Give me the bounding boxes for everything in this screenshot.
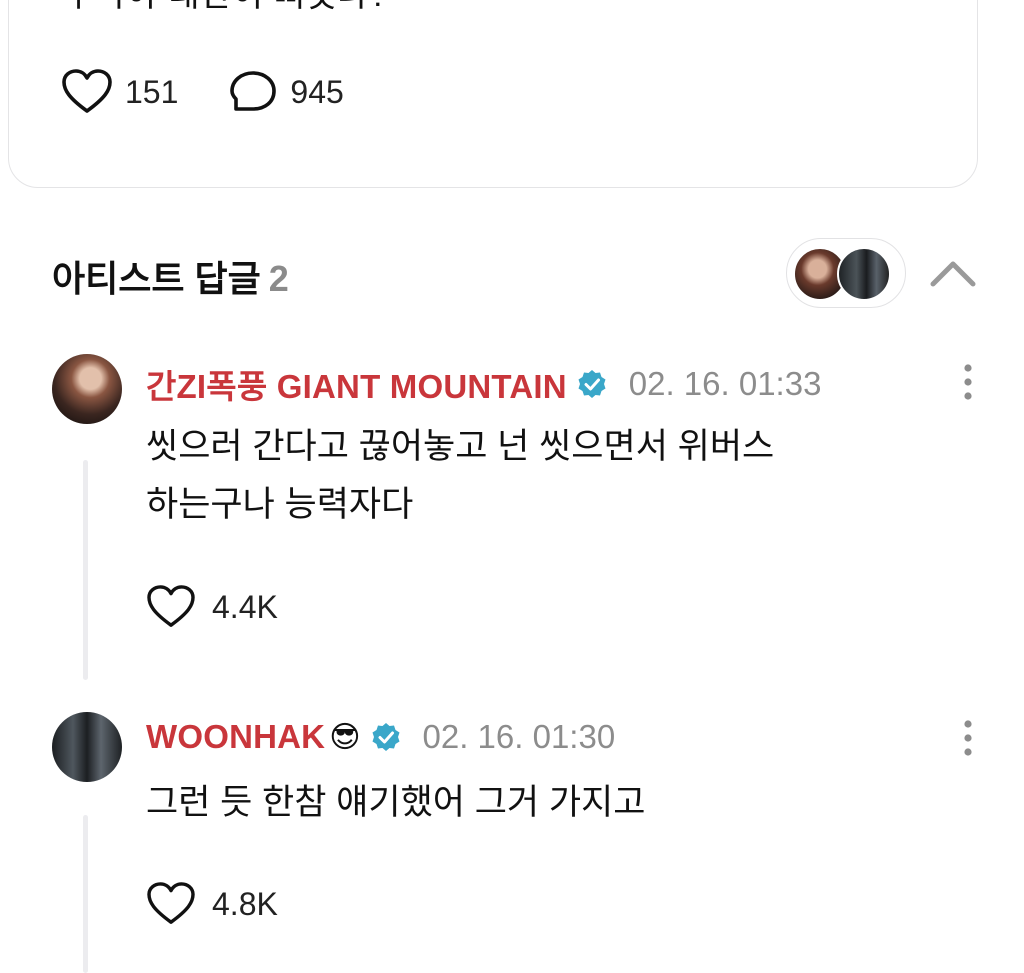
post-comment-count: 945 bbox=[290, 73, 344, 110]
sunglasses-emoji-icon: 😎 bbox=[329, 720, 361, 754]
post-like-count: 151 bbox=[125, 73, 179, 110]
heart-outline-icon bbox=[147, 585, 195, 627]
comment-timestamp: 02. 16. 01:30 bbox=[422, 718, 616, 755]
comment-timestamp: 02. 16. 01:33 bbox=[628, 365, 822, 402]
comment-like-button[interactable]: 4.8K bbox=[146, 882, 278, 926]
heart-outline-icon bbox=[62, 69, 112, 113]
thread-line bbox=[83, 460, 88, 680]
comment-like-count: 4.4K bbox=[212, 588, 278, 625]
chevron-up-icon[interactable] bbox=[928, 252, 978, 292]
artist-avatar-woonhak bbox=[837, 247, 891, 301]
post-text: 우낙아 태산이 삐졋냐? bbox=[63, 0, 388, 16]
comment-like-count: 4.8K bbox=[212, 885, 278, 922]
comment-like-button[interactable]: 4.4K bbox=[146, 585, 278, 629]
comment-header: 간ZI폭풍 GIANT MOUNTAIN 02. 16. 01:33 bbox=[146, 360, 821, 408]
weverse-post-view: 우낙아 태산이 삐졋냐? 151 945 아티스트 답글2 bbox=[0, 0, 1024, 973]
artist-replies-count: 2 bbox=[268, 258, 289, 299]
post-stats: 151 945 bbox=[61, 69, 394, 115]
avatar[interactable] bbox=[52, 354, 122, 424]
more-options-icon[interactable] bbox=[958, 362, 978, 402]
post-card[interactable]: 우낙아 태산이 삐졋냐? 151 945 bbox=[8, 0, 978, 188]
artist-replies-heading: 아티스트 답글 2 bbox=[52, 250, 289, 302]
speech-bubble-outline-icon bbox=[230, 71, 277, 111]
post-like-button[interactable]: 151 bbox=[61, 69, 178, 115]
verified-badge-icon bbox=[578, 370, 606, 398]
comment-text: 씻으러 간다고 끊어놓고 넌 씻으면서 위버스 하는구나 능력자다 bbox=[146, 427, 775, 524]
heart-outline-icon bbox=[147, 882, 195, 924]
artist-avatar-stack[interactable] bbox=[786, 238, 906, 308]
post-comment-button[interactable]: 945 bbox=[228, 69, 344, 115]
comment-text: 그런 듯 한참 얘기했어 그거 가지고 bbox=[146, 783, 646, 822]
comment-author-name[interactable]: WOONHAK bbox=[146, 718, 325, 756]
avatar[interactable] bbox=[52, 712, 122, 782]
verified-badge-icon bbox=[372, 723, 399, 751]
comment-header: WOONHAK 😎 02. 16. 01:30 bbox=[146, 718, 615, 756]
thread-line bbox=[83, 815, 88, 973]
more-options-icon[interactable] bbox=[958, 718, 978, 758]
comment-author-name[interactable]: 간ZI폭풍 GIANT MOUNTAIN bbox=[146, 360, 567, 408]
artist-replies-title: 아티스트 답글 bbox=[52, 258, 261, 299]
